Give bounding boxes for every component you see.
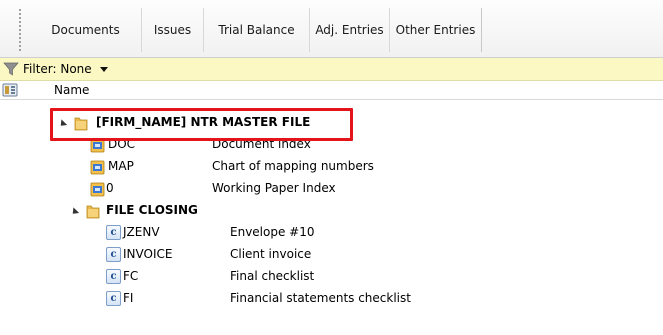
- jzenv-description: Envelope #10: [230, 225, 315, 239]
- file-closing-folder-label[interactable]: FILE CLOSING: [106, 203, 198, 217]
- tab-issues[interactable]: Issues: [142, 8, 204, 52]
- toolbar-grip[interactable]: [18, 8, 22, 52]
- filter-label[interactable]: Filter: None: [23, 62, 92, 76]
- tab-documents[interactable]: Documents: [30, 8, 142, 52]
- c-document-icon: c: [106, 225, 121, 240]
- filter-bar[interactable]: Filter: None: [0, 58, 663, 81]
- map-document-icon: [90, 160, 105, 175]
- funnel-icon: [3, 62, 19, 76]
- document-manager-window: Documents Issues Trial Balance Adj. Entr…: [0, 0, 663, 335]
- tab-adj-entries[interactable]: Adj. Entries: [310, 8, 390, 52]
- tree-row-fi[interactable]: c FI Financial statements checklist: [0, 288, 663, 310]
- doc-code[interactable]: DOC: [108, 137, 135, 151]
- invoice-code[interactable]: INVOICE: [123, 247, 172, 261]
- folder-icon: [74, 117, 88, 131]
- index-code[interactable]: 0: [106, 181, 114, 195]
- fi-code[interactable]: FI: [123, 291, 133, 305]
- tree-row-jzenv[interactable]: c JZENV Envelope #10: [0, 222, 663, 244]
- map-code[interactable]: MAP: [108, 159, 134, 173]
- fi-description: Financial statements checklist: [230, 291, 411, 305]
- c-document-icon: c: [106, 291, 121, 306]
- collapse-arrow-icon[interactable]: [69, 207, 80, 217]
- name-column-header[interactable]: Name: [54, 83, 89, 97]
- c-document-icon: c: [106, 269, 121, 284]
- tree-row-invoice[interactable]: c INVOICE Client invoice: [0, 244, 663, 266]
- tree-row-fc[interactable]: c FC Final checklist: [0, 266, 663, 288]
- map-document-icon: [90, 138, 105, 153]
- column-chooser-icon[interactable]: [2, 83, 18, 97]
- c-document-icon: c: [106, 247, 121, 262]
- tab-bar: Documents Issues Trial Balance Adj. Entr…: [0, 0, 663, 58]
- tree-row-file-closing[interactable]: FILE CLOSING: [0, 200, 663, 222]
- tree-row-root-folder[interactable]: [FIRM_NAME] NTR MASTER FILE: [0, 112, 663, 134]
- fc-code[interactable]: FC: [123, 269, 138, 283]
- chevron-down-icon[interactable]: [99, 66, 108, 72]
- fc-description: Final checklist: [230, 269, 315, 283]
- collapse-arrow-icon[interactable]: [57, 119, 68, 129]
- tree-row-index[interactable]: 0 Working Paper Index: [0, 178, 663, 200]
- doc-description: Document index: [212, 137, 311, 151]
- document-tree: [FIRM_NAME] NTR MASTER FILE DOC Document…: [0, 102, 663, 335]
- map-description: Chart of mapping numbers: [212, 159, 374, 173]
- folder-icon: [86, 205, 100, 219]
- tab-strip: Documents Issues Trial Balance Adj. Entr…: [30, 8, 482, 52]
- index-description: Working Paper Index: [212, 181, 336, 195]
- tab-other-entries[interactable]: Other Entries: [390, 8, 482, 52]
- map-document-icon: [90, 182, 105, 197]
- invoice-description: Client invoice: [230, 247, 312, 261]
- root-folder-label[interactable]: [FIRM_NAME] NTR MASTER FILE: [96, 115, 310, 129]
- jzenv-code[interactable]: JZENV: [123, 225, 160, 239]
- column-header: Name: [0, 81, 663, 100]
- tree-row-doc[interactable]: DOC Document index: [0, 134, 663, 156]
- tab-trial-balance[interactable]: Trial Balance: [204, 8, 310, 52]
- tree-row-map[interactable]: MAP Chart of mapping numbers: [0, 156, 663, 178]
